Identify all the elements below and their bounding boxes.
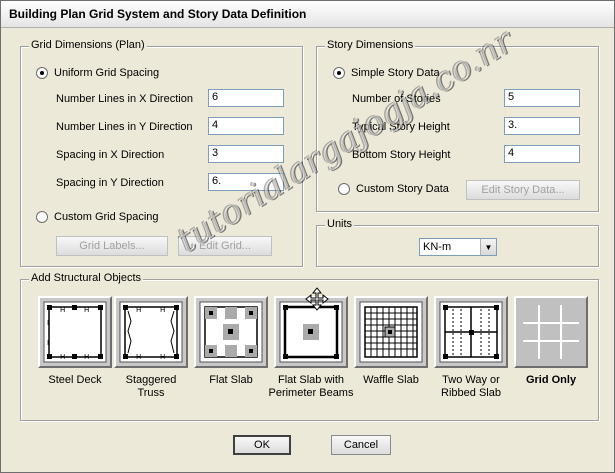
edit-story-button[interactable]: Edit Story Data... (466, 180, 580, 200)
units-label: Units (325, 218, 355, 230)
edit-grid-button[interactable]: Edit Grid... (178, 236, 272, 256)
num-lines-y-input[interactable]: 4 (208, 117, 284, 135)
typical-height-label: Typical Story Height (352, 121, 450, 133)
staggered-truss-label: Staggered Truss (125, 374, 177, 399)
uniform-grid-label: Uniform Grid Spacing (54, 67, 160, 79)
window-title: Building Plan Grid System and Story Data… (9, 7, 307, 21)
custom-story-label: Custom Story Data (356, 183, 449, 195)
grid-only-label: Grid Only (525, 374, 577, 386)
svg-text:H: H (160, 306, 165, 314)
spacing-y-input[interactable]: 6. (208, 173, 284, 191)
grid-labels-button[interactable]: Grid Labels... (56, 236, 168, 256)
radio-unchecked-icon (36, 211, 48, 223)
radio-checked-icon (333, 67, 345, 79)
custom-grid-radio[interactable]: Custom Grid Spacing (36, 211, 159, 223)
svg-text:H: H (136, 353, 141, 361)
ok-button[interactable]: OK (233, 435, 291, 455)
title-bar[interactable]: Building Plan Grid System and Story Data… (1, 1, 614, 28)
svg-text:H: H (84, 353, 89, 361)
simple-story-label: Simple Story Data (351, 67, 440, 79)
svg-text:I: I (47, 319, 49, 327)
grid-only-icon (520, 302, 582, 362)
simple-story-radio[interactable]: Simple Story Data (333, 67, 440, 79)
structural-objects-label: Add Structural Objects (29, 272, 144, 284)
svg-text:H: H (160, 353, 165, 361)
chevron-down-icon[interactable]: ▼ (480, 239, 496, 255)
ribbed-slab-icon (439, 301, 503, 363)
waffle-slab-button[interactable] (354, 296, 428, 368)
bottom-height-label: Bottom Story Height (352, 149, 451, 161)
waffle-slab-icon (359, 301, 423, 363)
story-dimensions-label: Story Dimensions (325, 39, 416, 51)
units-select[interactable]: KN-m ▼ (419, 238, 497, 256)
uniform-grid-radio[interactable]: Uniform Grid Spacing (36, 67, 159, 79)
flat-slab-label: Flat Slab (209, 374, 253, 386)
svg-text:H: H (136, 306, 141, 314)
steel-deck-icon: H H H H I I I I (43, 301, 107, 363)
spacing-x-input[interactable]: 3 (208, 145, 284, 163)
svg-text:H: H (60, 353, 65, 361)
radio-unchecked-icon (338, 183, 350, 195)
svg-text:I: I (100, 319, 102, 327)
grid-only-button[interactable] (514, 296, 588, 368)
ribbed-slab-label: Two Way or Ribbed Slab (441, 374, 501, 399)
svg-text:I: I (100, 339, 102, 347)
custom-grid-label: Custom Grid Spacing (54, 211, 159, 223)
dialog-window: Building Plan Grid System and Story Data… (0, 0, 615, 473)
spacing-x-label: Spacing in X Direction (56, 149, 165, 161)
num-lines-y-label: Number Lines in Y Direction (56, 121, 193, 133)
staggered-truss-button[interactable]: H H H H (114, 296, 188, 368)
waffle-slab-label: Waffle Slab (363, 374, 419, 386)
svg-text:I: I (47, 339, 49, 347)
spacing-y-label: Spacing in Y Direction (56, 177, 164, 189)
custom-story-radio[interactable]: Custom Story Data (338, 183, 449, 195)
cancel-button[interactable]: Cancel (331, 435, 391, 455)
flat-slab-button[interactable] (194, 296, 268, 368)
typical-height-input[interactable]: 3. (504, 117, 580, 135)
grid-dimensions-label: Grid Dimensions (Plan) (29, 39, 147, 51)
bottom-height-input[interactable]: 4 (504, 145, 580, 163)
ribbed-slab-button[interactable] (434, 296, 508, 368)
move-cursor-icon (305, 287, 329, 311)
svg-text:H: H (84, 306, 89, 314)
num-stories-input[interactable]: 5 (504, 89, 580, 107)
flat-slab-icon (199, 301, 263, 363)
num-lines-x-input[interactable]: 6 (208, 89, 284, 107)
num-lines-x-label: Number Lines in X Direction (56, 93, 193, 105)
staggered-truss-icon: H H H H (119, 301, 183, 363)
svg-text:H: H (60, 306, 65, 314)
flat-slab-perimeter-label: Flat Slab with Perimeter Beams (268, 374, 354, 399)
radio-checked-icon (36, 67, 48, 79)
num-stories-label: Number of Stories (352, 93, 441, 105)
units-selected-value: KN-m (423, 241, 452, 253)
steel-deck-button[interactable]: H H H H I I I I (38, 296, 112, 368)
